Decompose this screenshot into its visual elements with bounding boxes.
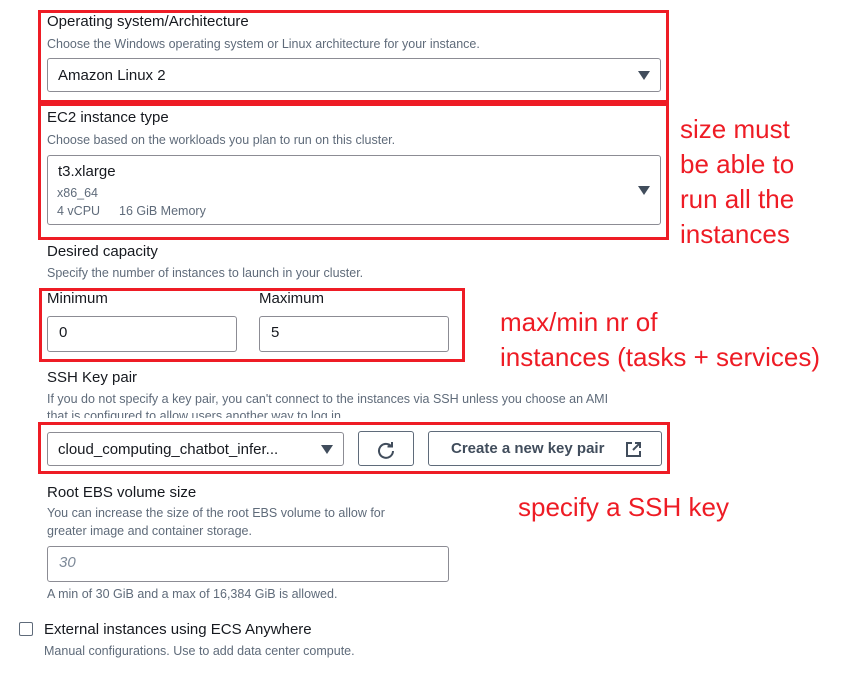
- root-ebs-description-cont: greater image and container storage.: [47, 524, 252, 538]
- desired-capacity-label: Desired capacity: [47, 243, 158, 260]
- ssh-key-pair-description: If you do not specify a key pair, you ca…: [47, 392, 609, 406]
- ecs-anywhere-description: Manual configurations. Use to add data c…: [44, 644, 355, 658]
- annotation-size-note: size must be able to run all the instanc…: [680, 112, 794, 252]
- annotation-box-instance-type: [38, 103, 669, 240]
- annotation-capacity-note-line: instances (tasks + services): [500, 342, 821, 372]
- annotation-size-note-line: size must: [680, 114, 790, 144]
- root-ebs-label: Root EBS volume size: [47, 484, 197, 501]
- annotation-size-note-line: be able to: [680, 149, 795, 179]
- annotation-ssh-note: specify a SSH key: [518, 492, 729, 522]
- annotation-size-note-line: run all the: [680, 184, 795, 214]
- annotation-box-ssh: [38, 422, 670, 474]
- root-ebs-input[interactable]: 30: [47, 546, 449, 582]
- annotation-box-os-arch: [38, 10, 669, 103]
- ecs-anywhere-checkbox[interactable]: [19, 622, 33, 636]
- annotation-capacity-note: max/min nr of instances (tasks + service…: [500, 305, 820, 375]
- ssh-key-pair-description-cont: that is configured to allow users anothe…: [47, 409, 345, 418]
- root-ebs-constraint: A min of 30 GiB and a max of 16,384 GiB …: [47, 587, 338, 601]
- desired-capacity-description: Specify the number of instances to launc…: [47, 266, 364, 280]
- annotation-box-capacity: [39, 288, 465, 362]
- ecs-anywhere-label: External instances using ECS Anywhere: [44, 621, 312, 638]
- annotation-size-note-line: instances: [680, 219, 790, 249]
- ssh-key-pair-label: SSH Key pair: [47, 369, 138, 386]
- root-ebs-description: You can increase the size of the root EB…: [47, 506, 385, 520]
- annotation-capacity-note-line: max/min nr of: [500, 307, 658, 337]
